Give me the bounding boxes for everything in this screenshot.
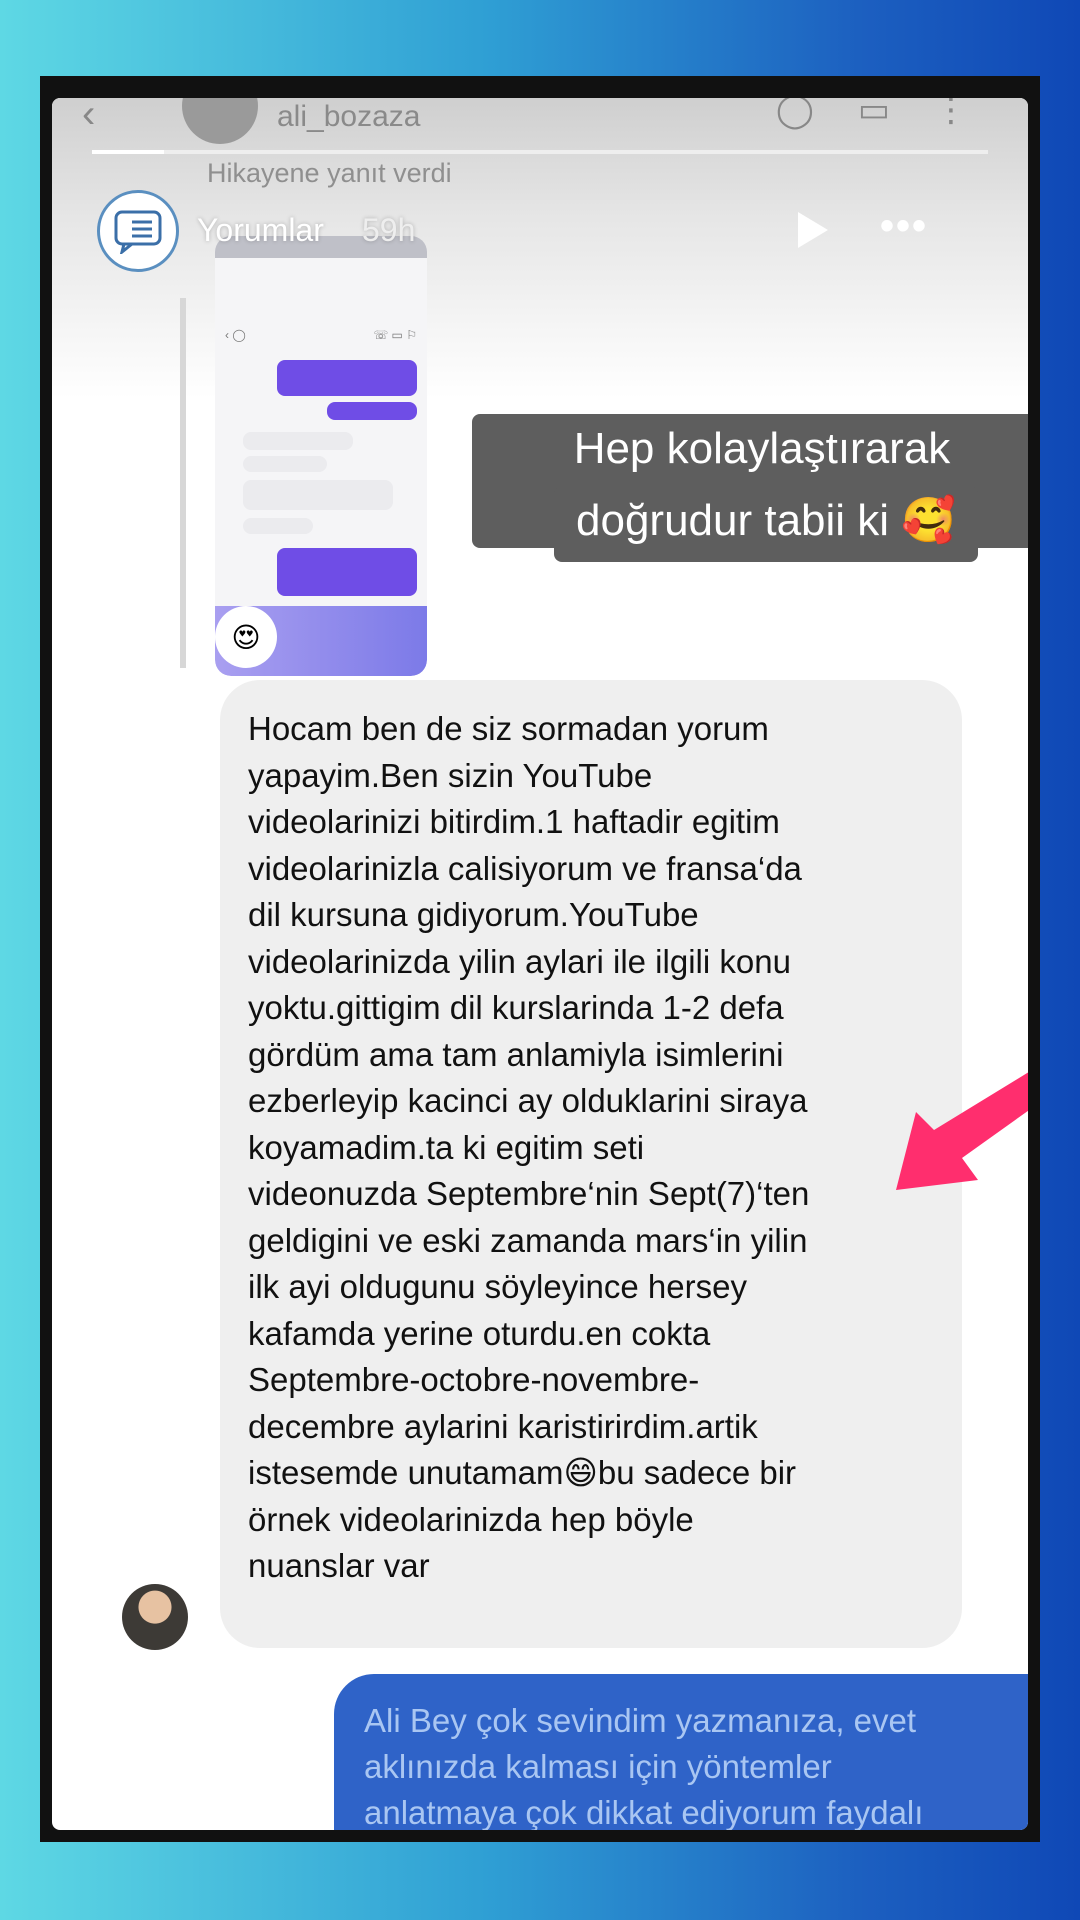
story-reply-note: Hikayene yanıt verdi [207, 158, 452, 188]
thumbnail-message [243, 456, 327, 472]
sent-message-bubble[interactable]: Ali Bey çok sevindim yazmanıza, evet akl… [334, 1674, 1028, 1830]
story-thumbnail[interactable]: ‹ ◯ ☏ ▭ ⚐ 😍 [215, 236, 427, 676]
info-icon[interactable]: ⋮ [934, 98, 968, 130]
story-progress-fill [92, 150, 164, 154]
back-arrow-icon[interactable]: ‹ [82, 98, 95, 137]
dm-avatar[interactable] [182, 98, 258, 144]
dm-screen: ‹ ali_bozaza ◯ ▭ ⋮ Hikayene yanıt verdi … [52, 98, 1028, 1830]
sent-message-text: Ali Bey çok sevindim yazmanıza, evet akl… [364, 1702, 924, 1830]
play-icon[interactable] [798, 212, 828, 248]
thumbnail-message [327, 402, 417, 420]
reply-thread-line [180, 298, 186, 668]
story-header: Yorumlar 59h ••• [97, 190, 988, 280]
comment-list-icon [114, 210, 162, 254]
dm-header: ‹ ali_bozaza ◯ ▭ ⋮ [52, 98, 1028, 148]
arrow-shape [896, 1072, 1028, 1190]
dm-action-icons: ◯ ▭ ⋮ [776, 98, 968, 130]
thumbnail-emoji: 😍 [215, 606, 277, 668]
thumbnail-message [277, 548, 417, 596]
thumbnail-message [277, 360, 417, 396]
video-call-icon[interactable]: ▭ [858, 98, 890, 130]
story-progress-bar [92, 150, 988, 154]
caption-line-2: doğrudur tabii ki 🥰 [554, 486, 979, 562]
sender-avatar[interactable] [122, 1584, 188, 1650]
phone-frame: ‹ ali_bozaza ◯ ▭ ⋮ Hikayene yanıt verdi … [40, 76, 1040, 1842]
more-options-icon[interactable]: ••• [880, 204, 928, 249]
thumbnail-nav: ‹ ◯ ☏ ▭ ⚐ [225, 328, 417, 342]
pointer-arrow-icon [896, 1072, 1028, 1190]
received-message-text: Hocam ben de siz sormadan yorum yapayim.… [248, 710, 810, 1584]
thumbnail-message [243, 480, 393, 510]
received-message-bubble[interactable]: Hocam ben de siz sormadan yorum yapayim.… [220, 680, 962, 1648]
thumbnail-message [243, 518, 313, 534]
story-account-name[interactable]: Yorumlar [197, 212, 324, 249]
phone-icon[interactable]: ◯ [776, 98, 814, 130]
story-time: 59h [362, 212, 416, 248]
dm-username[interactable]: ali_bozaza [277, 100, 420, 134]
thumbnail-message [243, 432, 353, 450]
account-logo-icon[interactable] [97, 190, 179, 272]
